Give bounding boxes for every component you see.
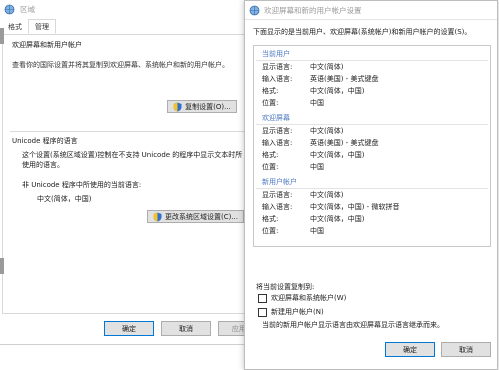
- setting-row: 位置: 中国: [256, 97, 488, 109]
- setting-row: 显示语言: 中文(简体): [256, 189, 488, 201]
- setting-value: 英语(美国) - 美式键盘: [310, 139, 379, 147]
- uac-shield-icon: [173, 102, 182, 111]
- region-ok-button[interactable]: 确定: [104, 321, 154, 336]
- copy-settings-button[interactable]: 复制设置(O)...: [167, 100, 237, 113]
- welcome-group-title: 欢迎屏幕和新用户帐户: [12, 41, 82, 49]
- settings-info-box[interactable]: 当前用户 显示语言: 中文(简体) 输入语言: 英语(美国) - 美式键盘 格式: 中…: [253, 45, 491, 247]
- setting-value: 中文(简体): [310, 63, 344, 71]
- setting-value: 中文(简体，中国): [310, 151, 365, 159]
- window-edge-mark: [0, 28, 4, 44]
- change-system-locale-button[interactable]: 更改系统区域设置(C)...: [147, 210, 244, 223]
- window-edge-mark: [0, 258, 4, 274]
- checkbox-label[interactable]: 新建用户帐户(N): [271, 307, 324, 317]
- setting-row: 格式: 中文(简体，中国): [256, 149, 488, 161]
- setting-row: 显示语言: 中文(简体): [256, 125, 488, 137]
- setting-row: 输入语言: 中文(简体，中国) - 微软拼音: [256, 201, 488, 213]
- setting-value: 中国: [310, 227, 324, 235]
- region-tabs: 格式 管理: [2, 19, 56, 34]
- setting-value: 中文(简体): [310, 191, 344, 199]
- uac-shield-icon: [153, 212, 162, 221]
- tab-format[interactable]: 格式: [2, 20, 28, 34]
- region-window: 区域 格式 管理 欢迎屏幕和新用户帐户 查看你的国际设置并将其复制到欢迎屏幕、系…: [0, 0, 276, 345]
- setting-value: 中文(简体，中国): [310, 87, 365, 95]
- setting-key: 输入语言:: [262, 75, 293, 83]
- setting-row: 输入语言: 英语(美国) - 美式键盘: [256, 73, 488, 85]
- region-globe-icon: [4, 4, 15, 14]
- welcome-system-accounts-checkbox[interactable]: 欢迎屏幕和系统帐户(W): [258, 293, 346, 303]
- welcome-window-title: 欢迎屏幕和新的用户帐户设置: [264, 5, 362, 15]
- checkbox-box[interactable]: [258, 307, 267, 317]
- setting-key: 显示语言:: [262, 63, 293, 71]
- setting-value: 中文(简体): [310, 127, 344, 135]
- setting-key: 位置:: [262, 227, 279, 235]
- copy-to-label: 将当前设置复制到:: [256, 283, 315, 291]
- checkbox-box[interactable]: [258, 293, 267, 303]
- welcome-titlebar[interactable]: 欢迎屏幕和新的用户帐户设置: [245, 1, 497, 20]
- setting-value: 中文(简体，中国) - 微软拼音: [310, 203, 400, 211]
- checkbox-label[interactable]: 欢迎屏幕和系统帐户(W): [271, 293, 346, 303]
- section-header: 欢迎屏幕: [256, 112, 488, 125]
- admin-tab-panel: 欢迎屏幕和新用户帐户 查看你的国际设置并将其复制到欢迎屏幕、系统帐户和新的用户帐…: [2, 34, 275, 314]
- welcome-settings-window: 欢迎屏幕和新的用户帐户设置 下面显示的是当前用户、欢迎屏幕(系统帐户)和新用户帐…: [244, 0, 498, 370]
- setting-key: 格式:: [262, 215, 279, 223]
- region-titlebar[interactable]: 区域: [0, 0, 275, 18]
- setting-key: 位置:: [262, 163, 279, 171]
- setting-key: 输入语言:: [262, 203, 293, 211]
- setting-row: 格式: 中文(简体，中国): [256, 213, 488, 225]
- section-new-user-accounts: 新用户帐户 显示语言: 中文(简体) 输入语言: 中文(简体，中国) - 微软拼音 …: [256, 176, 488, 237]
- region-window-title: 区域: [20, 4, 35, 14]
- setting-value: 中国: [310, 163, 324, 171]
- setting-key: 格式:: [262, 151, 279, 159]
- current-language-label: 非 Unicode 程序中所使用的当前语言:: [22, 181, 142, 189]
- new-user-accounts-checkbox[interactable]: 新建用户帐户(N): [258, 307, 324, 317]
- region-globe-icon: [249, 5, 260, 15]
- current-language-value: 中文(简体，中国): [37, 195, 92, 203]
- setting-key: 位置:: [262, 99, 279, 107]
- welcome-ok-button[interactable]: 确定: [385, 342, 435, 357]
- welcome-intro-text: 下面显示的是当前用户、欢迎屏幕(系统帐户)和新用户帐户的设置(S)。: [253, 28, 472, 36]
- unicode-group: Unicode 程序的语言 这个设置(系统区域设置)控制在不支持 Unicode…: [10, 131, 272, 232]
- section-header: 当前用户: [256, 48, 488, 61]
- tab-administrative[interactable]: 管理: [28, 19, 56, 34]
- welcome-group-desc: 查看你的国际设置并将其复制到欢迎屏幕、系统帐户和新的用户帐户。: [12, 61, 229, 69]
- section-welcome-screen: 欢迎屏幕 显示语言: 中文(简体) 输入语言: 英语(美国) - 美式键盘 格式: 中…: [256, 112, 488, 173]
- unicode-group-title: Unicode 程序的语言: [12, 137, 78, 145]
- setting-key: 显示语言:: [262, 127, 293, 135]
- setting-row: 位置: 中国: [256, 225, 488, 237]
- section-current-user: 当前用户 显示语言: 中文(简体) 输入语言: 英语(美国) - 美式键盘 格式: 中…: [256, 48, 488, 109]
- setting-row: 格式: 中文(简体，中国): [256, 85, 488, 97]
- change-system-locale-label: 更改系统区域设置(C)...: [164, 212, 239, 221]
- setting-value: 英语(美国) - 美式键盘: [310, 75, 379, 83]
- welcome-group: 欢迎屏幕和新用户帐户 查看你的国际设置并将其复制到欢迎屏幕、系统帐户和新的用户帐…: [10, 40, 272, 128]
- setting-row: 位置: 中国: [256, 161, 488, 173]
- region-cancel-button[interactable]: 取消: [161, 321, 211, 336]
- inheritance-note: 当前的新用户帐户显示语言由欢迎屏幕显示语言继承而来。: [262, 321, 444, 329]
- copy-settings-label: 复制设置(O)...: [185, 102, 231, 111]
- welcome-cancel-button[interactable]: 取消: [441, 342, 491, 357]
- setting-value: 中国: [310, 99, 324, 107]
- setting-value: 中文(简体，中国): [310, 215, 365, 223]
- setting-row: 输入语言: 英语(美国) - 美式键盘: [256, 137, 488, 149]
- setting-key: 输入语言:: [262, 139, 293, 147]
- unicode-group-desc: 这个设置(系统区域设置)控制在不支持 Unicode 的程序中显示文本时所使用的…: [22, 151, 243, 169]
- setting-key: 显示语言:: [262, 191, 293, 199]
- setting-key: 格式:: [262, 87, 279, 95]
- setting-row: 显示语言: 中文(简体): [256, 61, 488, 73]
- section-header: 新用户帐户: [256, 176, 488, 189]
